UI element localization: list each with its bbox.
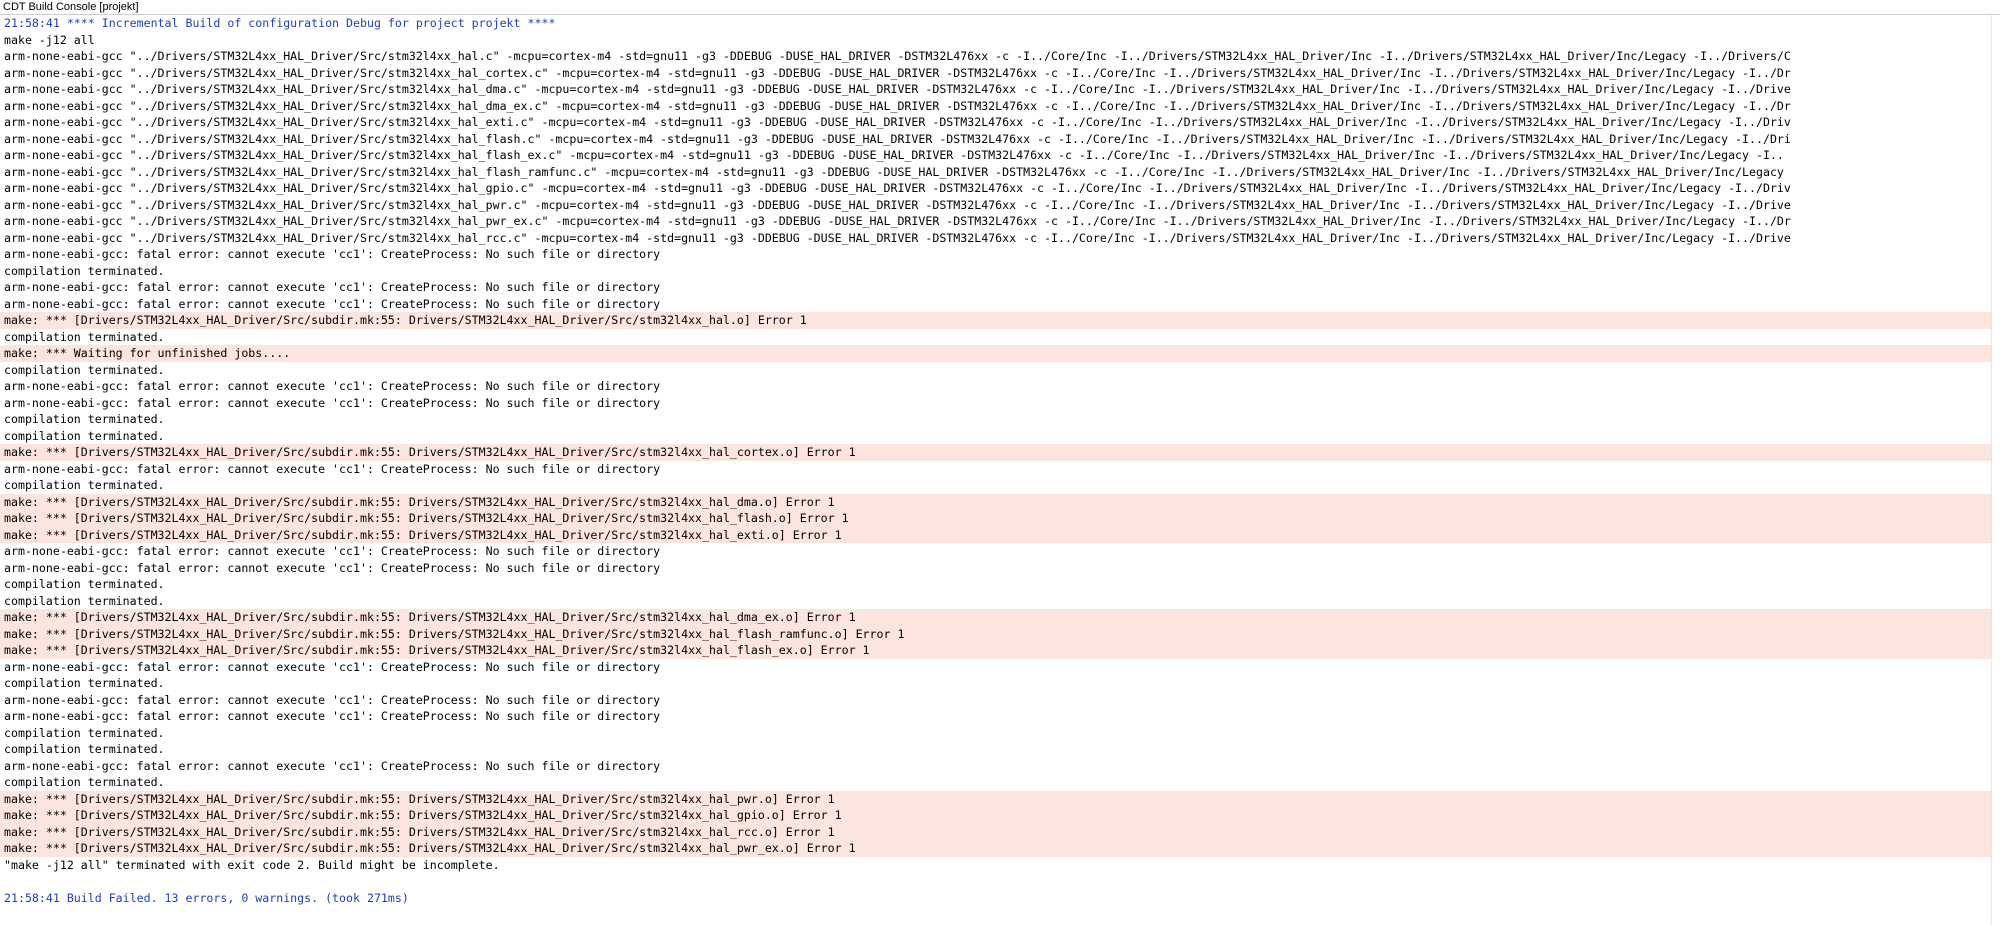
vertical-scrollbar[interactable]: [1991, 15, 2000, 925]
console-error-line: make: *** [Drivers/STM32L4xx_HAL_Driver/…: [0, 493, 1992, 510]
console-title: CDT Build Console [projekt]: [0, 0, 2000, 15]
console-line: compilation terminated.: [4, 412, 165, 426]
console-line: arm-none-eabi-gcc "../Drivers/STM32L4xx_…: [4, 230, 1791, 245]
console-error-line: make: *** [Drivers/STM32L4xx_HAL_Driver/…: [0, 790, 1992, 807]
console-line: compilation terminated.: [4, 725, 165, 740]
console-line: arm-none-eabi-gcc "../Drivers/STM32L4xx_…: [4, 214, 1791, 228]
console-line: arm-none-eabi-gcc "../Drivers/STM32L4xx_…: [4, 197, 1791, 212]
console-error-line: make: *** [Drivers/STM32L4xx_HAL_Driver/…: [0, 510, 1992, 527]
console-line: arm-none-eabi-gcc: fatal error: cannot e…: [4, 544, 661, 558]
console-line: compilation terminated.: [4, 742, 165, 756]
console-error-line: make: *** [Drivers/STM32L4xx_HAL_Driver/…: [0, 625, 1992, 642]
console-line: compilation terminated.: [4, 428, 165, 443]
console-error-line: make: *** [Drivers/STM32L4xx_HAL_Driver/…: [0, 823, 1992, 840]
console-line: arm-none-eabi-gcc "../Drivers/STM32L4xx_…: [4, 148, 1784, 162]
console-error-line: make: *** [Drivers/STM32L4xx_HAL_Driver/…: [0, 312, 1992, 329]
console-line: arm-none-eabi-gcc "../Drivers/STM32L4xx_…: [4, 131, 1791, 146]
console-line: arm-none-eabi-gcc: fatal error: cannot e…: [4, 395, 661, 410]
console-line: make -j12 all: [4, 32, 95, 47]
console-error-line: make: *** [Drivers/STM32L4xx_HAL_Driver/…: [0, 807, 1992, 824]
console-line: arm-none-eabi-gcc: fatal error: cannot e…: [4, 709, 661, 723]
console-info-line: 21:58:41 **** Incremental Build of confi…: [4, 16, 556, 30]
console-error-line: make: *** Waiting for unfinished jobs...…: [0, 345, 1992, 362]
console-line: compilation terminated.: [4, 577, 165, 591]
console-line: compilation terminated.: [4, 676, 165, 690]
console-line: arm-none-eabi-gcc: fatal error: cannot e…: [4, 247, 661, 261]
console-line: compilation terminated.: [4, 478, 165, 492]
console-line: arm-none-eabi-gcc: fatal error: cannot e…: [4, 379, 661, 393]
console-line: compilation terminated.: [4, 329, 165, 344]
console-line: "make -j12 all" terminated with exit cod…: [4, 857, 500, 872]
console-info-line: 21:58:41 Build Failed. 13 errors, 0 warn…: [4, 890, 409, 905]
console-line: arm-none-eabi-gcc "../Drivers/STM32L4xx_…: [4, 82, 1791, 96]
console-error-line: make: *** [Drivers/STM32L4xx_HAL_Driver/…: [0, 444, 1992, 461]
console-line: arm-none-eabi-gcc "../Drivers/STM32L4xx_…: [4, 98, 1791, 113]
console-line: arm-none-eabi-gcc: fatal error: cannot e…: [4, 461, 661, 476]
console-line: arm-none-eabi-gcc "../Drivers/STM32L4xx_…: [4, 181, 1791, 195]
console-error-line: make: *** [Drivers/STM32L4xx_HAL_Driver/…: [0, 840, 1992, 857]
console-line: compilation terminated.: [4, 263, 165, 278]
build-console-output[interactable]: 21:58:41 **** Incremental Build of confi…: [0, 15, 1992, 925]
console-line: arm-none-eabi-gcc: fatal error: cannot e…: [4, 758, 661, 773]
console-line: arm-none-eabi-gcc: fatal error: cannot e…: [4, 280, 661, 294]
console-line: arm-none-eabi-gcc: fatal error: cannot e…: [4, 659, 661, 674]
console-line: compilation terminated.: [4, 362, 165, 377]
console-error-line: make: *** [Drivers/STM32L4xx_HAL_Driver/…: [0, 642, 1992, 659]
console-line: arm-none-eabi-gcc: fatal error: cannot e…: [4, 692, 661, 707]
console-line: arm-none-eabi-gcc "../Drivers/STM32L4xx_…: [4, 164, 1784, 179]
console-line: arm-none-eabi-gcc "../Drivers/STM32L4xx_…: [4, 49, 1791, 63]
console-error-line: make: *** [Drivers/STM32L4xx_HAL_Driver/…: [0, 526, 1992, 543]
console-line: arm-none-eabi-gcc: fatal error: cannot e…: [4, 296, 661, 311]
console-line: compilation terminated.: [4, 593, 165, 608]
console-error-line: make: *** [Drivers/STM32L4xx_HAL_Driver/…: [0, 609, 1992, 626]
console-line: arm-none-eabi-gcc "../Drivers/STM32L4xx_…: [4, 115, 1791, 129]
console-line: arm-none-eabi-gcc "../Drivers/STM32L4xx_…: [4, 65, 1791, 80]
console-line: compilation terminated.: [4, 775, 165, 789]
console-line: arm-none-eabi-gcc: fatal error: cannot e…: [4, 560, 661, 575]
